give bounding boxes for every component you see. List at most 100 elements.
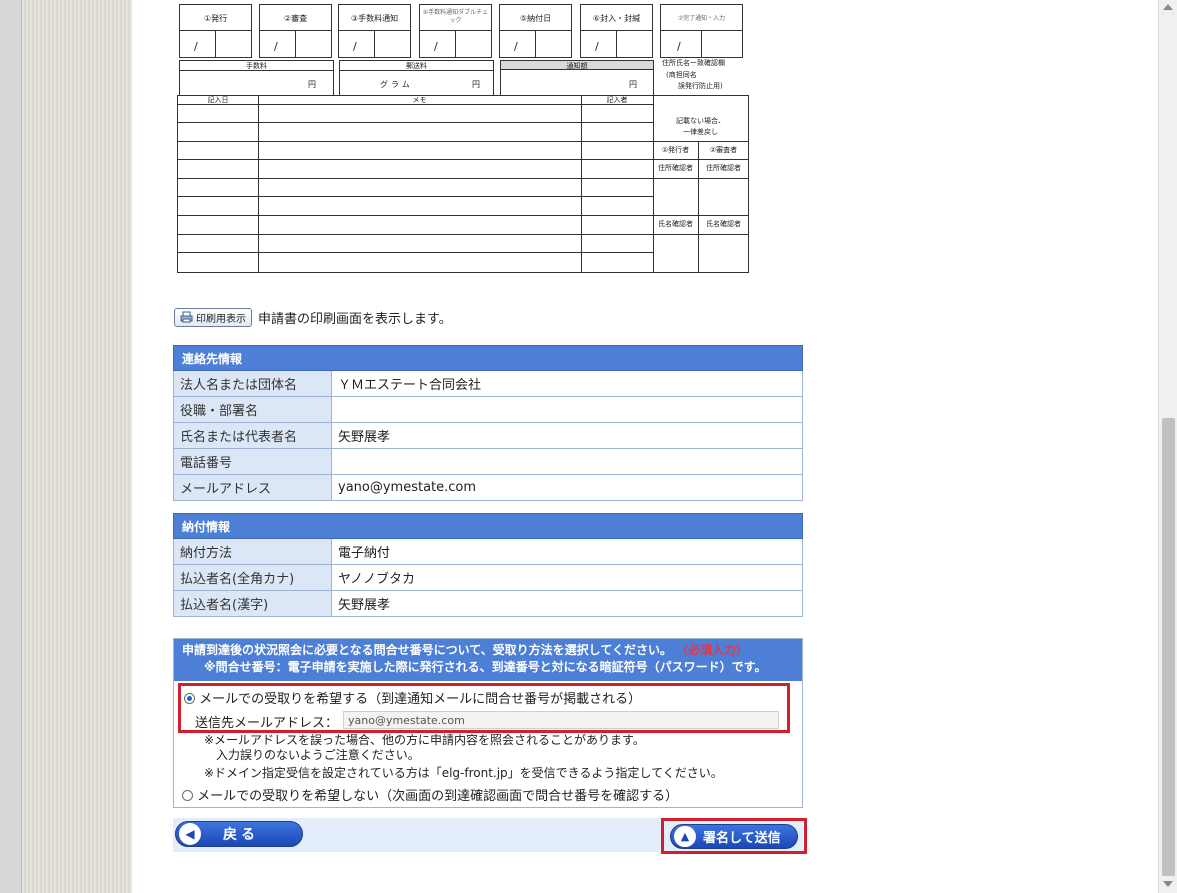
row-label: 納付方法 [173,538,332,565]
date-slash: / [677,40,681,53]
email-option[interactable]: メールでの受取りを希望する（到達通知メールに問合せ番号が掲載される） [184,688,641,707]
contact-info-table: 連絡先情報 法人名または団体名 ＹＭエステート合同会社 役職・部署名 氏名または… [173,345,803,501]
submit-highlight: ▲ 署名して送信 [661,818,807,854]
arrow-left-icon: ◀ [179,823,201,845]
tax-label: 通知額 [566,62,588,70]
step-label: ⑦完了通知・入力 [677,15,726,22]
table-row: 納付方法 電子納付 [173,538,803,565]
table-row: 役職・部署名 [173,396,803,423]
domain-warning: ※ドメイン指定受信を設定されている方は「elg-front.jp」を受信できるよ… [204,766,723,780]
email-input[interactable] [343,711,779,729]
address-checker-label: 住所確認者 [658,164,693,172]
entry-date-label: 記入日 [207,96,229,104]
row-value: ヤノノブタカ [331,564,803,591]
print-view-button[interactable]: 印刷用表示 [174,307,252,327]
date-slash: / [353,40,357,53]
print-view-label: 印刷用表示 [196,313,246,325]
back-button[interactable]: ◀ 戻る [175,821,303,847]
name-checker-label: 氏名確認者 [658,220,693,228]
postage-label: 郵送料 [406,62,427,70]
memo-label: メモ [412,96,427,104]
inquiry-number-section: 申請到達後の状況照会に必要となる問合せ番号について、受取り方法を選択してください… [173,638,803,808]
fee-box: 手数料 円 [179,60,334,96]
memo-grid: 記入日 メモ 記入者 記載ない場合、 一律差戻し ①発行者 ②審査者 住所確認者… [177,95,749,273]
table-row: 払込者名(漢字) 矢野展孝 [173,590,803,617]
row-value: 電子納付 [331,538,803,565]
reviewer-label: ②審査者 [709,146,738,154]
step-label: ⑥封入・封緘 [592,14,641,23]
email-warning: 入力誤りのないようご注意ください。 [216,748,420,762]
issuer-label: ①発行者 [661,146,690,154]
email-field-label: 送信先メールアドレス： [195,716,339,731]
scroll-up-icon[interactable] [1163,4,1173,10]
yen-label: 円 [308,80,316,89]
mismatch-note: 記載ない場合、 [676,117,725,125]
inquiry-note: ※問合せ番号：電子申請を実施した際に発行される、到達番号と対になる暗証符号（パス… [204,660,767,674]
address-checker-label: 住所確認者 [706,164,741,172]
address-note: 誤発行防止用) [678,82,723,90]
row-value: ＹＭエステート合同会社 [331,370,803,397]
page-side-pattern [22,0,132,893]
step-label: ②審査 [283,14,308,23]
step-label: ④手数料通知ダブルチェック [422,9,489,24]
contact-heading: 連絡先情報 [173,345,803,371]
row-label: 払込者名(漢字) [173,590,332,617]
row-label: 払込者名(全角カナ) [173,564,332,591]
row-value [331,396,803,423]
step-box: ①発行 / [179,4,252,58]
printer-icon [180,311,193,323]
step-label: ⑤納付日 [519,14,552,23]
email-option-highlight: メールでの受取りを希望する（到達通知メールに問合せ番号が掲載される） 送信先メー… [178,683,790,733]
date-slash: / [274,40,278,53]
payment-info-table: 納付情報 納付方法 電子納付 払込者名(全角カナ) ヤノノブタカ 払込者名(漢字… [173,513,803,617]
submit-label: 署名して送信 [703,831,781,846]
row-value [331,448,803,475]
email-option-label[interactable]: メールでの受取りを希望する（到達通知メールに問合せ番号が掲載される） [199,692,641,707]
application-form-preview: ①発行 / ②審査 / ③手数料通知 / ④手数料通知ダブルチェック / ⑤納付… [176,0,749,275]
table-row: 法人名または団体名 ＹＭエステート合同会社 [173,370,803,397]
row-label: 法人名または団体名 [173,370,332,397]
no-email-option[interactable]: メールでの受取りを希望しない（次画面の到達確認画面で問合せ番号を確認する） [182,785,678,804]
scroll-thumb[interactable] [1162,418,1175,876]
print-row: 印刷用表示 申請書の印刷画面を表示します。 [174,306,452,328]
yen-label: 円 [629,80,637,89]
date-slash: / [434,40,438,53]
vertical-scrollbar[interactable] [1158,0,1177,893]
step-box: ⑥封入・封緘 / [580,4,653,58]
table-row: メールアドレス yano@ymestate.com [173,474,803,501]
fee-label: 手数料 [246,62,267,70]
table-row: 払込者名(全角カナ) ヤノノブタカ [173,564,803,591]
email-option-radio[interactable] [184,693,195,704]
row-label: 役職・部署名 [173,396,332,423]
entrant-label: 記入者 [606,96,628,104]
step-box: ④手数料通知ダブルチェック / [419,4,492,58]
no-email-option-label[interactable]: メールでの受取りを希望しない（次画面の到達確認画面で問合せ番号を確認する） [197,789,678,804]
row-value: 矢野展孝 [331,422,803,449]
name-checker-label: 氏名確認者 [706,220,741,228]
scroll-down-icon[interactable] [1163,881,1173,887]
print-description: 申請書の印刷画面を表示します。 [258,311,452,327]
row-label: メールアドレス [173,474,332,501]
inquiry-heading: 申請到達後の状況照会に必要となる問合せ番号について、受取り方法を選択してください… [174,639,802,681]
step-box: ⑦完了通知・入力 / [660,4,743,58]
row-value: 矢野展孝 [331,590,803,617]
required-mark: （必須入力） [681,643,748,657]
table-row: 氏名または代表者名 矢野展孝 [173,422,803,449]
address-note: 住所氏名ー致確認欄 [662,59,725,67]
step-box: ⑤納付日 / [499,4,572,58]
gram-label: グラム [380,80,413,89]
step-box: ②審査 / [259,4,332,58]
row-label: 氏名または代表者名 [173,422,332,449]
step-box: ③手数料通知 / [338,4,411,58]
tax-box: 通知額 円 [500,60,654,96]
table-row: 電話番号 [173,448,803,475]
mismatch-note: 一律差戻し [683,128,718,136]
sign-and-submit-button[interactable]: ▲ 署名して送信 [670,824,798,849]
no-email-option-radio[interactable] [182,790,193,801]
step-label: ①発行 [203,14,228,23]
step-label: ③手数料通知 [350,14,399,23]
date-slash: / [514,40,518,53]
window-left-edge [0,0,22,893]
date-slash: / [194,40,198,53]
inquiry-heading-text: 申請到達後の状況照会に必要となる問合せ番号について、受取り方法を選択してください… [182,643,672,657]
